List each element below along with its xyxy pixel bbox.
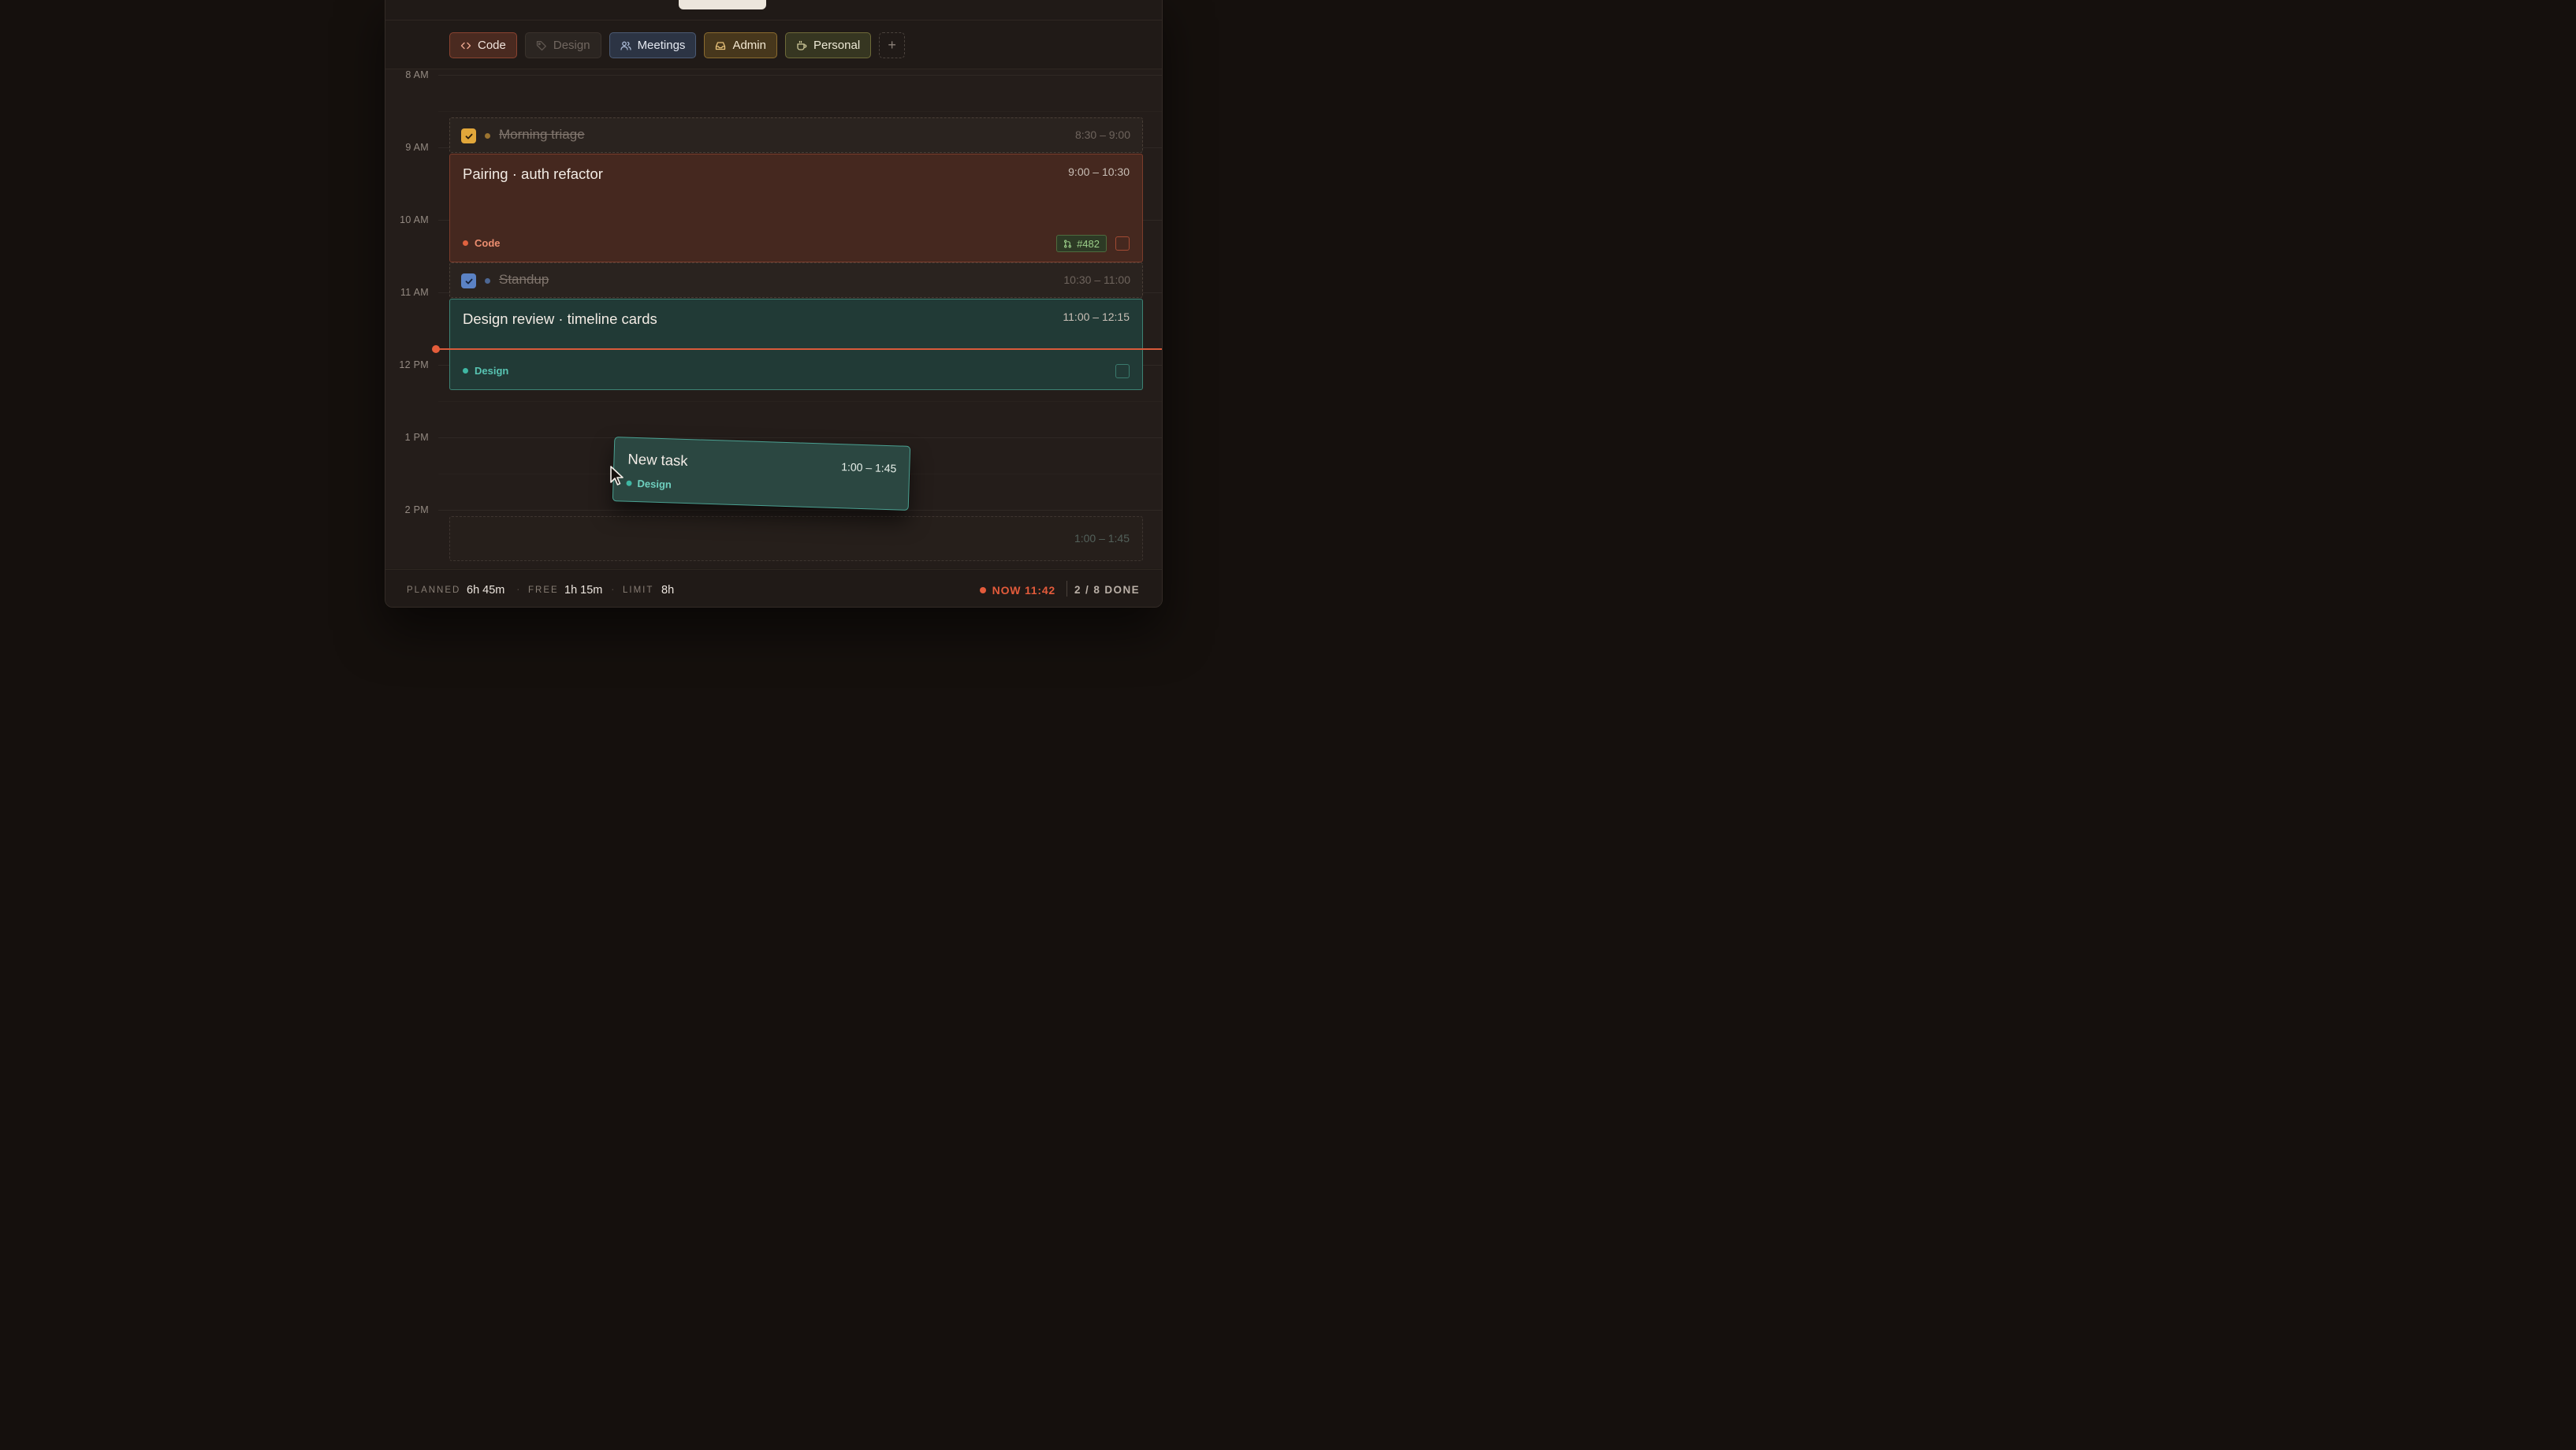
chip-label: Personal	[813, 39, 861, 52]
task-checkbox[interactable]	[461, 273, 476, 288]
hour-gridline	[438, 75, 1162, 76]
task-title: Morning triage	[499, 127, 585, 142]
chip-label: Design	[553, 39, 590, 52]
hour-label: 12 PM	[399, 359, 429, 370]
task-checkbox[interactable]	[1115, 364, 1130, 378]
tag-icon	[536, 40, 546, 50]
limit-label: LIMIT	[623, 586, 654, 595]
chip-label: Code	[478, 39, 506, 52]
task-design-review[interactable]: Design review · timeline cards 11:00 – 1…	[449, 299, 1143, 390]
task-title: New task	[627, 450, 688, 470]
task-time: 11:00 – 12:15	[1063, 310, 1130, 323]
category-dot	[626, 480, 632, 486]
code-icon	[460, 42, 471, 49]
category-dot	[485, 278, 490, 284]
task-title: Design review · timeline cards	[463, 310, 657, 327]
task-morning-triage[interactable]: Morning triage 8:30 – 9:00	[449, 117, 1143, 153]
done-count: 2 / 8 DONE	[1074, 584, 1140, 596]
category-dot	[485, 133, 490, 139]
task-checkbox[interactable]	[1115, 236, 1130, 251]
planned-label: PLANNED	[407, 586, 461, 595]
chip-admin[interactable]: Admin	[704, 32, 777, 58]
hour-gridline	[438, 510, 1162, 511]
planned-value: 6h 45m	[467, 584, 505, 597]
now-dot	[979, 587, 986, 593]
summary-footer: PLANNED 6h 45m · FREE 1h 15m · LIMIT 8h …	[385, 569, 1162, 607]
drop-target-time: 1:00 – 1:45	[1074, 532, 1130, 545]
task-pairing-auth-refactor[interactable]: Pairing · auth refactor 9:00 – 10:30 Cod…	[449, 154, 1143, 262]
task-time: 9:00 – 10:30	[1068, 165, 1130, 178]
task-time: 1:00 – 1:45	[841, 460, 897, 475]
task-time: 10:30 – 11:00	[1063, 273, 1130, 286]
chip-design[interactable]: Design	[524, 32, 601, 58]
day-planner-panel: Code Design Meetings Admin Personal + 8 …	[385, 0, 1163, 608]
task-category-tag: Design	[463, 365, 508, 377]
add-category-button[interactable]: +	[879, 32, 906, 58]
coffee-icon	[797, 40, 807, 50]
dragging-new-task-card[interactable]: New task 1:00 – 1:45 Design	[612, 437, 911, 511]
hour-label: 2 PM	[404, 504, 429, 515]
chip-personal[interactable]: Personal	[784, 32, 872, 58]
separator: ·	[516, 582, 520, 595]
separator: ·	[611, 582, 615, 595]
hour-label: 9 AM	[405, 142, 429, 153]
tag-label: Design	[475, 365, 509, 377]
free-value: 1h 15m	[564, 584, 603, 597]
task-category-tag: Design	[626, 478, 672, 491]
task-time: 8:30 – 9:00	[1074, 128, 1130, 141]
check-icon	[465, 278, 472, 284]
pull-request-badge[interactable]: #482	[1056, 235, 1107, 252]
users-icon	[620, 41, 631, 50]
free-label: FREE	[528, 586, 559, 595]
hour-label: 8 AM	[405, 69, 429, 80]
chip-code[interactable]: Code	[449, 32, 517, 58]
pr-number: #482	[1077, 237, 1100, 250]
git-pull-request-icon	[1064, 240, 1072, 247]
drop-target-placeholder[interactable]: 1:00 – 1:45	[449, 516, 1143, 561]
task-title: Standup	[499, 272, 549, 287]
day-timeline[interactable]: 8 AM 9 AM 10 AM 11 AM 12 PM 1 PM 2 PM Mo…	[385, 69, 1162, 568]
chip-label: Meetings	[637, 39, 686, 52]
now-text: NOW 11:42	[992, 584, 1055, 597]
task-standup[interactable]: Standup 10:30 – 11:00	[449, 262, 1143, 298]
category-dot	[463, 240, 468, 246]
task-title: Pairing · auth refactor	[463, 165, 603, 182]
hour-label: 1 PM	[404, 432, 429, 443]
task-category-tag: Code	[463, 237, 501, 249]
check-icon	[465, 133, 472, 139]
plus-icon: +	[888, 37, 896, 53]
hour-label: 10 AM	[400, 214, 429, 225]
task-checkbox[interactable]	[461, 128, 476, 143]
inbox-icon	[716, 41, 726, 50]
chip-meetings[interactable]: Meetings	[609, 32, 697, 58]
current-time-dot	[432, 345, 440, 353]
half-hour-gridline	[438, 401, 1162, 402]
hour-label: 11 AM	[400, 287, 429, 298]
half-hour-gridline	[438, 111, 1162, 112]
current-time-indicator: NOW 11:42	[979, 584, 1055, 597]
primary-button-edge[interactable]	[679, 0, 766, 9]
category-chips: Code Design Meetings Admin Personal +	[449, 32, 906, 58]
mouse-cursor-icon	[610, 466, 624, 485]
tag-label: Design	[637, 478, 672, 491]
current-time-line	[435, 348, 1162, 350]
category-dot	[463, 368, 468, 374]
hour-gridline	[438, 437, 1162, 438]
chip-label: Admin	[732, 39, 766, 52]
limit-value: 8h	[661, 584, 675, 597]
tag-label: Code	[475, 237, 501, 249]
